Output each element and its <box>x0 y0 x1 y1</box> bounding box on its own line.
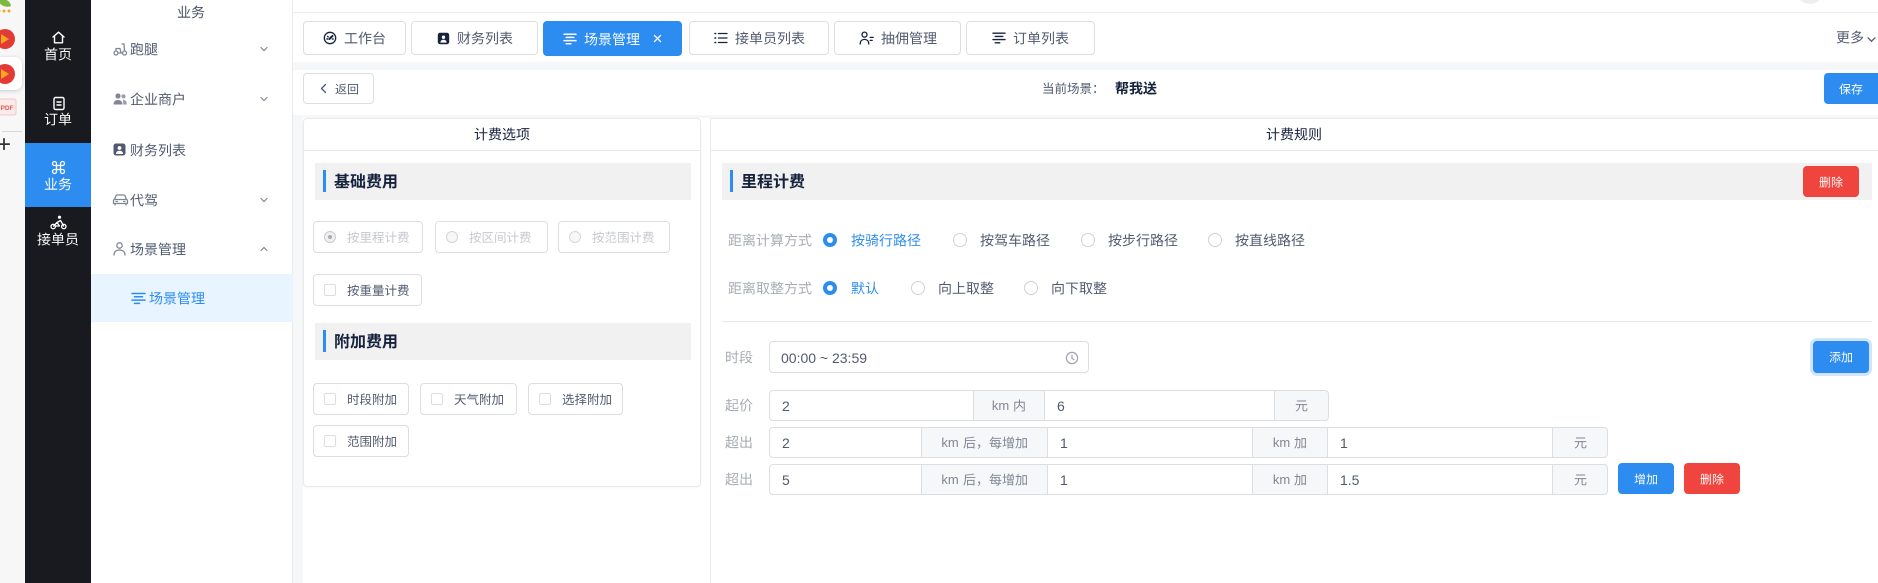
svg-text:PDF: PDF <box>1 105 14 112</box>
